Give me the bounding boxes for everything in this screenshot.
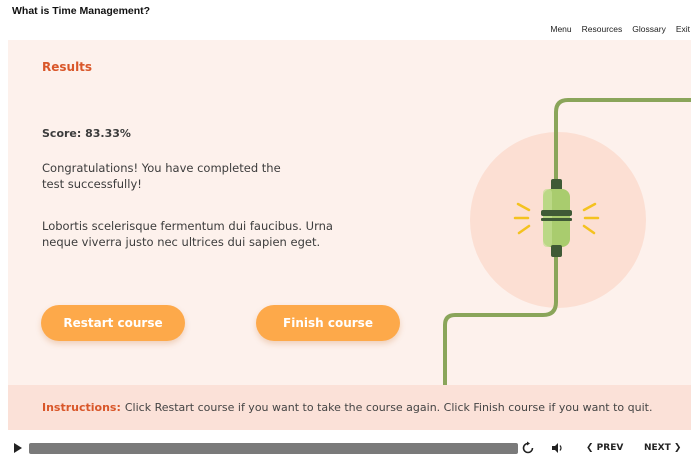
progress-bar[interactable] — [29, 443, 518, 454]
cable-top — [554, 98, 691, 190]
top-nav: Menu Resources Glossary Exit — [550, 24, 690, 34]
body-text: Lobortis scelerisque fermentum dui fauci… — [42, 219, 333, 249]
replay-icon[interactable] — [521, 441, 535, 455]
spark-icon — [513, 202, 600, 235]
finish-course-button[interactable]: Finish course — [256, 305, 400, 341]
instructions-label: Instructions: — [42, 401, 121, 414]
instructions-text: Click Restart course if you want to take… — [124, 401, 653, 414]
volume-icon[interactable] — [551, 442, 564, 454]
restart-course-button[interactable]: Restart course — [41, 305, 185, 341]
illustration-circle — [470, 132, 646, 308]
results-slide: Results Score: 83.33% Congratulations! Y… — [8, 40, 691, 430]
glossary-link[interactable]: Glossary — [632, 24, 666, 34]
menu-link[interactable]: Menu — [550, 24, 571, 34]
instructions-bar: Instructions: Click Restart course if yo… — [8, 385, 691, 430]
play-icon[interactable] — [14, 443, 22, 453]
exit-link[interactable]: Exit — [676, 24, 690, 34]
prev-button[interactable]: ❮ PREV — [586, 443, 623, 453]
top-bar: What is Time Management? Menu Resources … — [0, 0, 700, 40]
congratulations-text: Congratulations! You have completed the … — [42, 161, 281, 191]
cable-bottom — [443, 250, 558, 385]
results-heading: Results — [42, 60, 93, 74]
player-bar: ❮ PREV NEXT ❯ — [0, 436, 700, 460]
cable-connector-icon — [541, 179, 572, 257]
score-text: Score: 83.33% — [42, 127, 131, 140]
next-button[interactable]: NEXT ❯ — [644, 443, 681, 453]
course-title: What is Time Management? — [12, 5, 151, 17]
resources-link[interactable]: Resources — [582, 24, 623, 34]
